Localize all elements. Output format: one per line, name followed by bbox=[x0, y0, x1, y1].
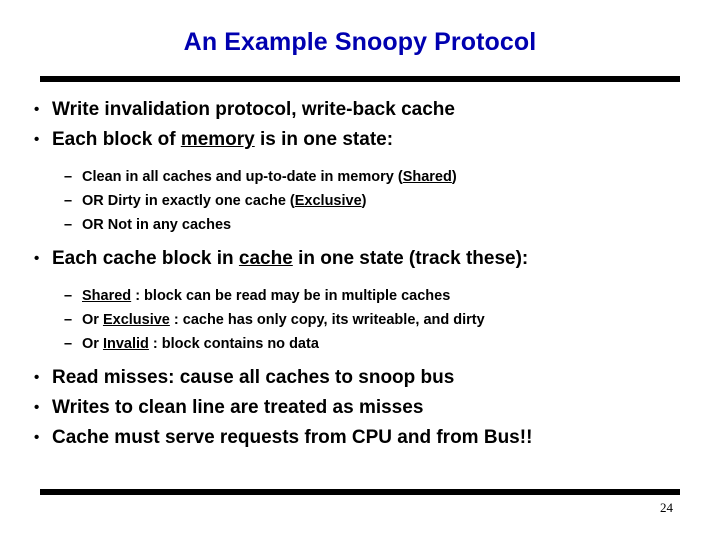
slide-title: An Example Snoopy Protocol bbox=[183, 28, 537, 56]
bullet-marker-icon: • bbox=[34, 101, 40, 118]
emphasized-term: Invalid bbox=[102, 336, 149, 352]
dash-marker-icon: – bbox=[64, 193, 73, 209]
emphasized-term: Shared bbox=[82, 288, 132, 304]
bullet-text: Cache must serve requests from CPU and f… bbox=[52, 427, 533, 448]
bullet-text: Each block of memory is in one state: bbox=[52, 129, 394, 150]
sub-bullet-item: – Shared : block can be read may be in mu… bbox=[0, 287, 720, 311]
emphasized-term: Exclusive bbox=[294, 193, 362, 209]
sub-bullet-item: – Clean in all caches and up-to-date in m… bbox=[0, 168, 720, 192]
emphasized-term: memory bbox=[180, 129, 255, 150]
dash-marker-icon: – bbox=[64, 169, 73, 185]
dash-marker-icon: – bbox=[64, 288, 73, 304]
bullet-text: Or Exclusive : cache has only copy, its … bbox=[82, 312, 485, 328]
bullet-text: Clean in all caches and up-to-date in me… bbox=[82, 169, 457, 185]
bullet-text: Each cache block in cache in one state (… bbox=[52, 248, 529, 269]
bullet-item: • Writes to clean line are treated as mis… bbox=[0, 397, 720, 427]
bullet-item: • Read misses: cause all caches to snoop … bbox=[0, 367, 720, 397]
dash-marker-icon: – bbox=[64, 312, 73, 328]
bullet-item: • Cache must serve requests from CPU and … bbox=[0, 427, 720, 457]
sub-bullet-item: – Or Invalid : block contains no data bbox=[0, 335, 720, 359]
sub-bullet-item: – OR Dirty in exactly one cache (Exclusiv… bbox=[0, 192, 720, 216]
bullet-marker-icon: • bbox=[34, 399, 40, 416]
bullet-text: Or Invalid : block contains no data bbox=[82, 336, 319, 352]
dash-marker-icon: – bbox=[64, 336, 73, 352]
bullet-marker-icon: • bbox=[34, 429, 40, 446]
bullet-text: Shared : block can be read may be in mul… bbox=[82, 288, 451, 304]
bullet-text: OR Dirty in exactly one cache (Exclusive… bbox=[82, 193, 367, 209]
bullet-marker-icon: • bbox=[34, 250, 40, 267]
bullet-text: Writes to clean line are treated as miss… bbox=[52, 397, 424, 418]
dash-marker-icon: – bbox=[64, 217, 73, 233]
title-divider-rule bbox=[40, 76, 680, 82]
bullet-marker-icon: • bbox=[34, 369, 40, 386]
slide-canvas: An Example Snoopy Protocol • Write invali… bbox=[0, 0, 720, 540]
bullet-text: Write invalidation protocol, write-back … bbox=[52, 99, 455, 120]
bullet-marker-icon: • bbox=[34, 131, 40, 148]
emphasized-term: Shared bbox=[402, 169, 452, 185]
emphasized-term: cache bbox=[238, 248, 293, 269]
bullet-item: • Each cache block in cache in one state … bbox=[0, 248, 720, 278]
emphasized-term: Exclusive bbox=[102, 312, 170, 328]
bullet-text: Read misses: cause all caches to snoop b… bbox=[52, 367, 455, 388]
bullet-item: • Write invalidation protocol, write-back… bbox=[0, 99, 720, 129]
footer-divider-rule bbox=[40, 489, 680, 495]
page-number: 24 bbox=[660, 500, 673, 515]
bullet-item: • Each block of memory is in one state: bbox=[0, 129, 720, 159]
slide-body: • Write invalidation protocol, write-back… bbox=[0, 99, 720, 457]
bullet-text: OR Not in any caches bbox=[82, 217, 232, 233]
sub-bullet-item: – Or Exclusive : cache has only copy, its… bbox=[0, 311, 720, 335]
sub-bullet-item: – OR Not in any caches bbox=[0, 216, 720, 240]
